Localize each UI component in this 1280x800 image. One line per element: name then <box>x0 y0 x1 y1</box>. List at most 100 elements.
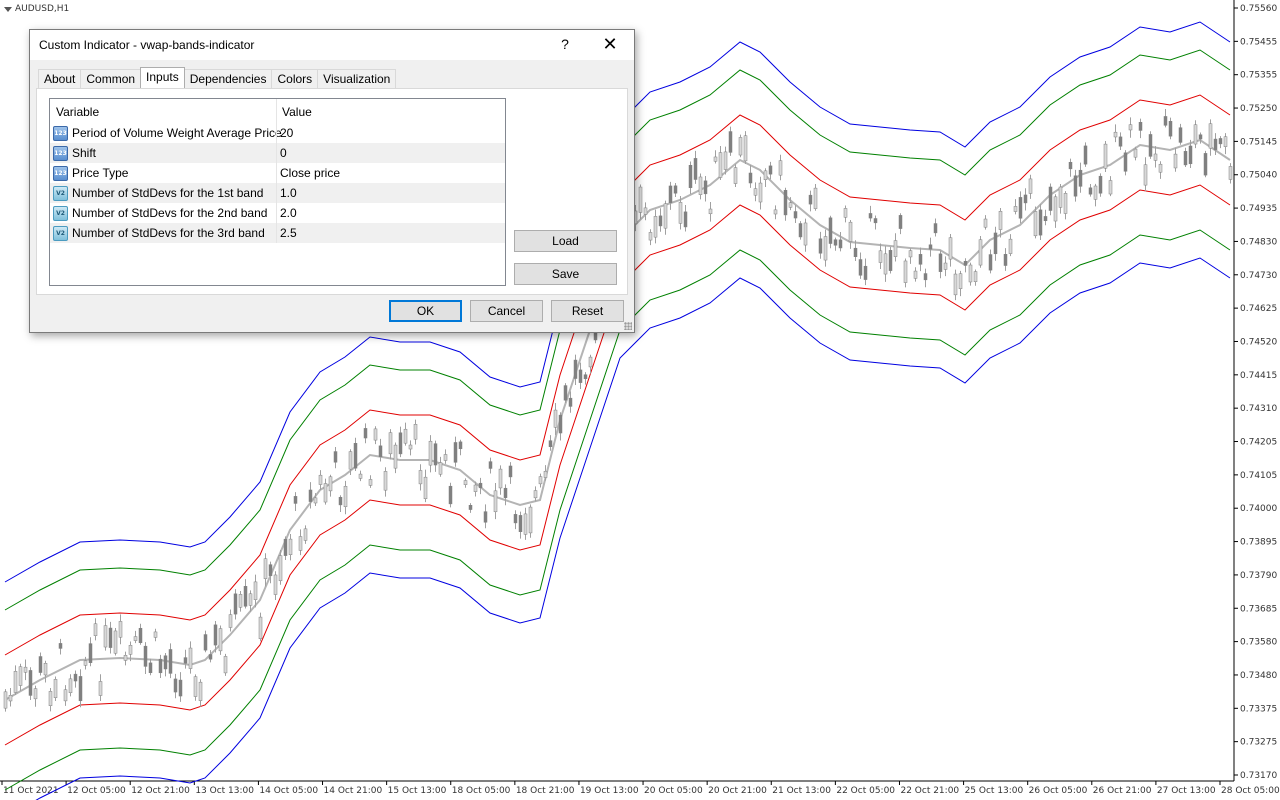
candle <box>173 673 178 699</box>
load-button[interactable]: Load <box>514 230 617 252</box>
double-type-icon: V2 <box>53 226 68 241</box>
time-tick-label: 22 Oct 05:00 <box>836 786 895 796</box>
candle <box>28 667 33 700</box>
column-header-value[interactable]: Value <box>282 105 312 119</box>
input-row[interactable]: 123 Shift 0 <box>50 143 505 163</box>
candle <box>1003 248 1008 271</box>
candle <box>273 571 278 601</box>
reset-button[interactable]: Reset <box>551 300 624 322</box>
candle <box>508 462 513 484</box>
tab-strip: About Common Inputs Dependencies Colors … <box>38 67 397 89</box>
candle <box>283 536 288 560</box>
candle <box>998 207 1003 238</box>
candle <box>773 205 778 220</box>
candle <box>848 220 853 249</box>
tab-about[interactable]: About <box>38 69 82 88</box>
candle <box>758 176 763 210</box>
candle <box>753 182 758 202</box>
cancel-button[interactable]: Cancel <box>470 300 543 322</box>
input-row[interactable]: V2 Number of StdDevs for the 3rd band 2.… <box>50 223 505 243</box>
input-name: Number of StdDevs for the 2nd band <box>72 206 268 220</box>
candle <box>328 474 333 497</box>
column-divider[interactable] <box>276 99 277 243</box>
candle <box>418 464 423 491</box>
input-value[interactable]: Close price <box>280 166 340 180</box>
input-row[interactable]: V2 Number of StdDevs for the 2nd band 2.… <box>50 203 505 223</box>
candle <box>483 504 488 529</box>
candle <box>113 627 118 656</box>
candle <box>53 676 58 702</box>
input-value[interactable]: 1.0 <box>280 186 297 200</box>
candle <box>893 233 898 262</box>
price-tick-label: 0.75455 <box>1240 37 1277 47</box>
help-button[interactable]: ? <box>557 36 573 54</box>
inputs-grid[interactable]: Variable Value 123 Period of Volume Weig… <box>49 98 506 286</box>
input-row[interactable]: 123 Price Type Close price <box>50 163 505 183</box>
candle <box>708 202 713 222</box>
save-button[interactable]: Save <box>514 263 617 285</box>
ok-button[interactable]: OK <box>389 300 462 322</box>
price-tick-label: 0.74520 <box>1240 337 1277 347</box>
input-row[interactable]: 123 Period of Volume Weight Average Pric… <box>50 123 505 143</box>
dialog-titlebar[interactable]: Custom Indicator - vwap-bands-indicator … <box>30 30 634 60</box>
candle <box>523 507 528 540</box>
candle <box>183 649 188 669</box>
price-tick-label: 0.74730 <box>1240 271 1277 281</box>
candle <box>883 246 888 282</box>
tab-visualization[interactable]: Visualization <box>317 69 397 88</box>
candle <box>558 412 563 441</box>
input-value[interactable]: 2.5 <box>280 226 297 240</box>
input-value[interactable]: 0 <box>280 146 287 160</box>
candle <box>578 362 583 389</box>
tab-common[interactable]: Common <box>80 69 142 88</box>
candle <box>73 670 78 688</box>
column-header-variable[interactable]: Variable <box>56 105 99 119</box>
candle <box>898 213 903 235</box>
candle <box>873 215 878 230</box>
candle <box>948 234 953 267</box>
candle <box>738 134 743 158</box>
input-value[interactable]: 2.0 <box>280 206 297 220</box>
candle <box>638 184 643 220</box>
tab-dependencies[interactable]: Dependencies <box>183 69 273 88</box>
candle <box>303 525 308 544</box>
candle <box>318 470 323 490</box>
price-tick-label: 0.73685 <box>1240 604 1277 614</box>
candle <box>203 630 208 653</box>
input-row[interactable]: V2 Number of StdDevs for the 1st band 1.… <box>50 183 505 203</box>
candle <box>1203 150 1208 178</box>
time-tick-label: 22 Oct 21:00 <box>900 786 959 796</box>
candle <box>703 175 708 202</box>
candle <box>118 614 123 645</box>
input-value[interactable]: 20 <box>280 126 293 140</box>
double-type-icon: V2 <box>53 206 68 221</box>
candle <box>1178 123 1183 145</box>
candle <box>798 221 803 240</box>
candle <box>368 475 373 488</box>
candle <box>383 467 388 497</box>
inputs-panel: Variable Value 123 Period of Volume Weig… <box>36 88 628 295</box>
candle <box>443 449 448 464</box>
candle <box>138 623 143 645</box>
tab-colors[interactable]: Colors <box>271 69 319 88</box>
candle <box>68 674 73 697</box>
candle <box>1053 194 1058 228</box>
candle <box>188 641 193 674</box>
candle <box>1148 131 1153 159</box>
candle <box>1048 183 1053 216</box>
candle <box>488 457 493 474</box>
resize-grip-icon[interactable] <box>624 322 632 330</box>
candle <box>783 187 788 221</box>
tab-inputs[interactable]: Inputs <box>140 67 185 88</box>
candle <box>863 258 868 286</box>
candle <box>1163 108 1168 128</box>
candle <box>458 439 463 456</box>
time-tick-label: 13 Oct 13:00 <box>195 786 254 796</box>
candle <box>403 422 408 446</box>
candle <box>178 672 183 702</box>
candle <box>1223 133 1228 155</box>
candle <box>228 609 233 632</box>
candle <box>153 628 158 642</box>
close-button[interactable]: ✕ <box>598 33 622 55</box>
candle <box>1228 163 1233 184</box>
